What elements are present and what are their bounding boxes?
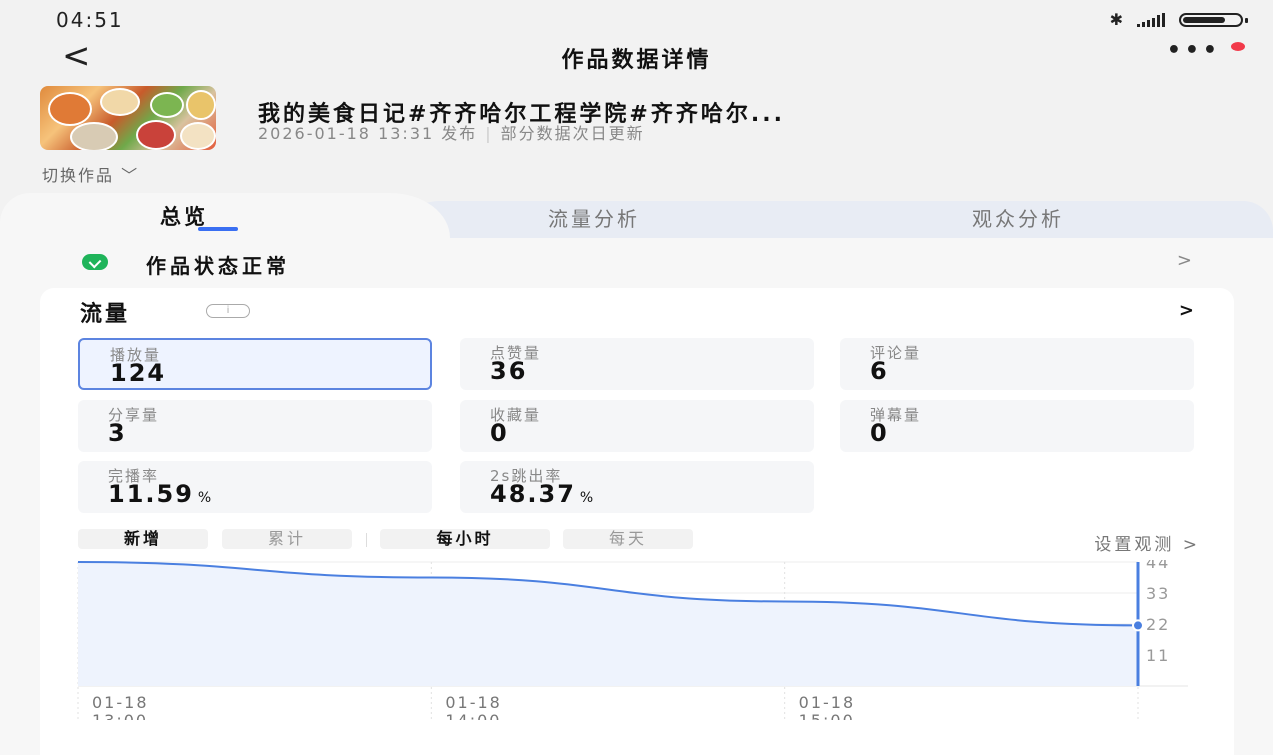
metric-plays[interactable]: 播放量 124	[78, 338, 432, 390]
metric-value: 36	[490, 357, 528, 385]
tab-active-background	[0, 193, 450, 238]
tab-bar-background	[400, 201, 1273, 238]
switch-work-button[interactable]: 切换作品 ﹀	[42, 162, 139, 186]
more-button[interactable]: •••	[1167, 38, 1221, 63]
metric-comments[interactable]: 评论量 6	[840, 338, 1194, 390]
notification-dot	[1231, 42, 1245, 51]
metric-completion-rate[interactable]: 完播率 11.59%	[78, 461, 432, 513]
traffic-title: 流量	[80, 302, 131, 327]
filter-divider	[366, 533, 367, 547]
traffic-line-chart[interactable]: 1122334401-1813:0001-1814:0001-1815:00	[76, 560, 1196, 720]
y-tick-label: 11	[1146, 646, 1170, 665]
metric-value: 0	[490, 419, 509, 447]
chevron-right-icon[interactable]: >	[1177, 250, 1192, 271]
y-tick-label: 44	[1146, 560, 1170, 572]
nav-bar: < 作品数据详情 •••	[0, 36, 1273, 76]
status-icons: ✱	[1109, 10, 1248, 29]
publish-time: 2026-01-18 13:31 发布	[258, 124, 478, 143]
page-title: 作品数据详情	[561, 48, 712, 73]
metric-value: 48.37%	[490, 480, 596, 508]
traffic-card: 流量 i > 播放量 124 点赞量 36 评论量 6 分享量 3 收藏量 0 …	[40, 288, 1234, 755]
set-observation-link[interactable]: 设置观测 >	[1094, 530, 1200, 555]
check-icon	[82, 254, 108, 270]
metric-value: 124	[110, 359, 167, 387]
tab-active-indicator	[198, 227, 238, 231]
x-tick-label-date: 01-18	[799, 693, 856, 712]
x-tick-label-date: 01-18	[445, 693, 502, 712]
x-tick-label-time: 13:00	[92, 711, 148, 720]
signal-icon	[1137, 12, 1165, 27]
info-icon[interactable]: i	[206, 304, 250, 318]
filter-daily[interactable]: 每天	[563, 529, 693, 549]
filter-hourly[interactable]: 每小时	[380, 529, 550, 549]
metric-value: 3	[108, 419, 127, 447]
bluetooth-icon: ✱	[1109, 10, 1123, 29]
tab-traffic-analysis[interactable]: 流量分析	[548, 203, 640, 232]
metric-bounce-rate[interactable]: 2s跳出率 48.37%	[460, 461, 814, 513]
metric-value: 11.59%	[108, 480, 214, 508]
tab-audience-analysis[interactable]: 观众分析	[972, 203, 1064, 232]
filter-new[interactable]: 新增	[78, 529, 208, 549]
y-tick-label: 33	[1146, 584, 1170, 603]
metric-likes[interactable]: 点赞量 36	[460, 338, 814, 390]
x-tick-label-time: 15:00	[799, 711, 855, 720]
series-area	[78, 562, 1138, 686]
chevron-right-icon[interactable]: >	[1179, 300, 1194, 321]
x-tick-label-date: 01-18	[92, 693, 149, 712]
metric-value: 6	[870, 357, 889, 385]
update-note: 部分数据次日更新	[500, 124, 645, 143]
highlight-point	[1132, 619, 1144, 632]
filter-cumulative[interactable]: 累计	[222, 529, 352, 549]
status-bar: 04:51 ✱	[0, 0, 1273, 40]
metric-value: 0	[870, 419, 889, 447]
overview-content: 作品状态正常 > 流量 i > 播放量 124 点赞量 36 评论量 6 分享量…	[0, 238, 1273, 755]
meta-separator: |	[485, 124, 493, 143]
tab-bar: 总览 流量分析 观众分析	[0, 193, 1273, 238]
metric-danmaku[interactable]: 弹幕量 0	[840, 400, 1194, 452]
status-time: 04:51	[56, 8, 124, 32]
metric-favorites[interactable]: 收藏量 0	[460, 400, 814, 452]
work-meta: 2026-01-18 13:31 发布 | 部分数据次日更新	[258, 120, 645, 144]
work-thumbnail[interactable]	[40, 86, 216, 150]
metric-shares[interactable]: 分享量 3	[78, 400, 432, 452]
battery-icon	[1179, 12, 1248, 27]
work-status-text: 作品状态正常	[146, 254, 290, 278]
x-tick-label-time: 14:00	[445, 711, 501, 720]
work-status-row[interactable]: 作品状态正常 >	[82, 250, 1192, 278]
y-tick-label: 22	[1146, 615, 1170, 634]
